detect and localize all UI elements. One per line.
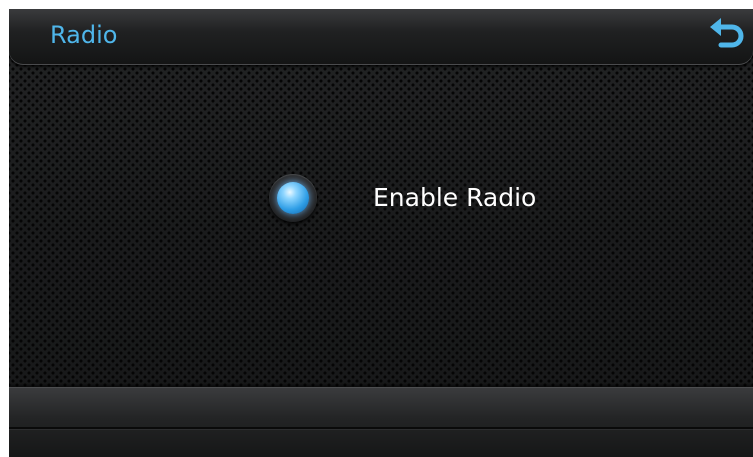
enable-radio-option[interactable]: Enable Radio (269, 173, 536, 223)
settings-panel: Enable Radio (9, 65, 753, 387)
page-title: Radio (50, 21, 118, 49)
radio-selected-dot (277, 182, 309, 214)
footer-divider (9, 427, 753, 429)
radio-settings-screen: Radio Enable Radio (9, 9, 753, 457)
back-arrow-icon (708, 15, 748, 55)
header-bar: Radio (9, 9, 753, 65)
back-button[interactable] (708, 15, 748, 55)
footer-bar (9, 387, 753, 457)
enable-radio-label[interactable]: Enable Radio (373, 182, 536, 214)
radio-button-icon[interactable] (269, 174, 317, 222)
